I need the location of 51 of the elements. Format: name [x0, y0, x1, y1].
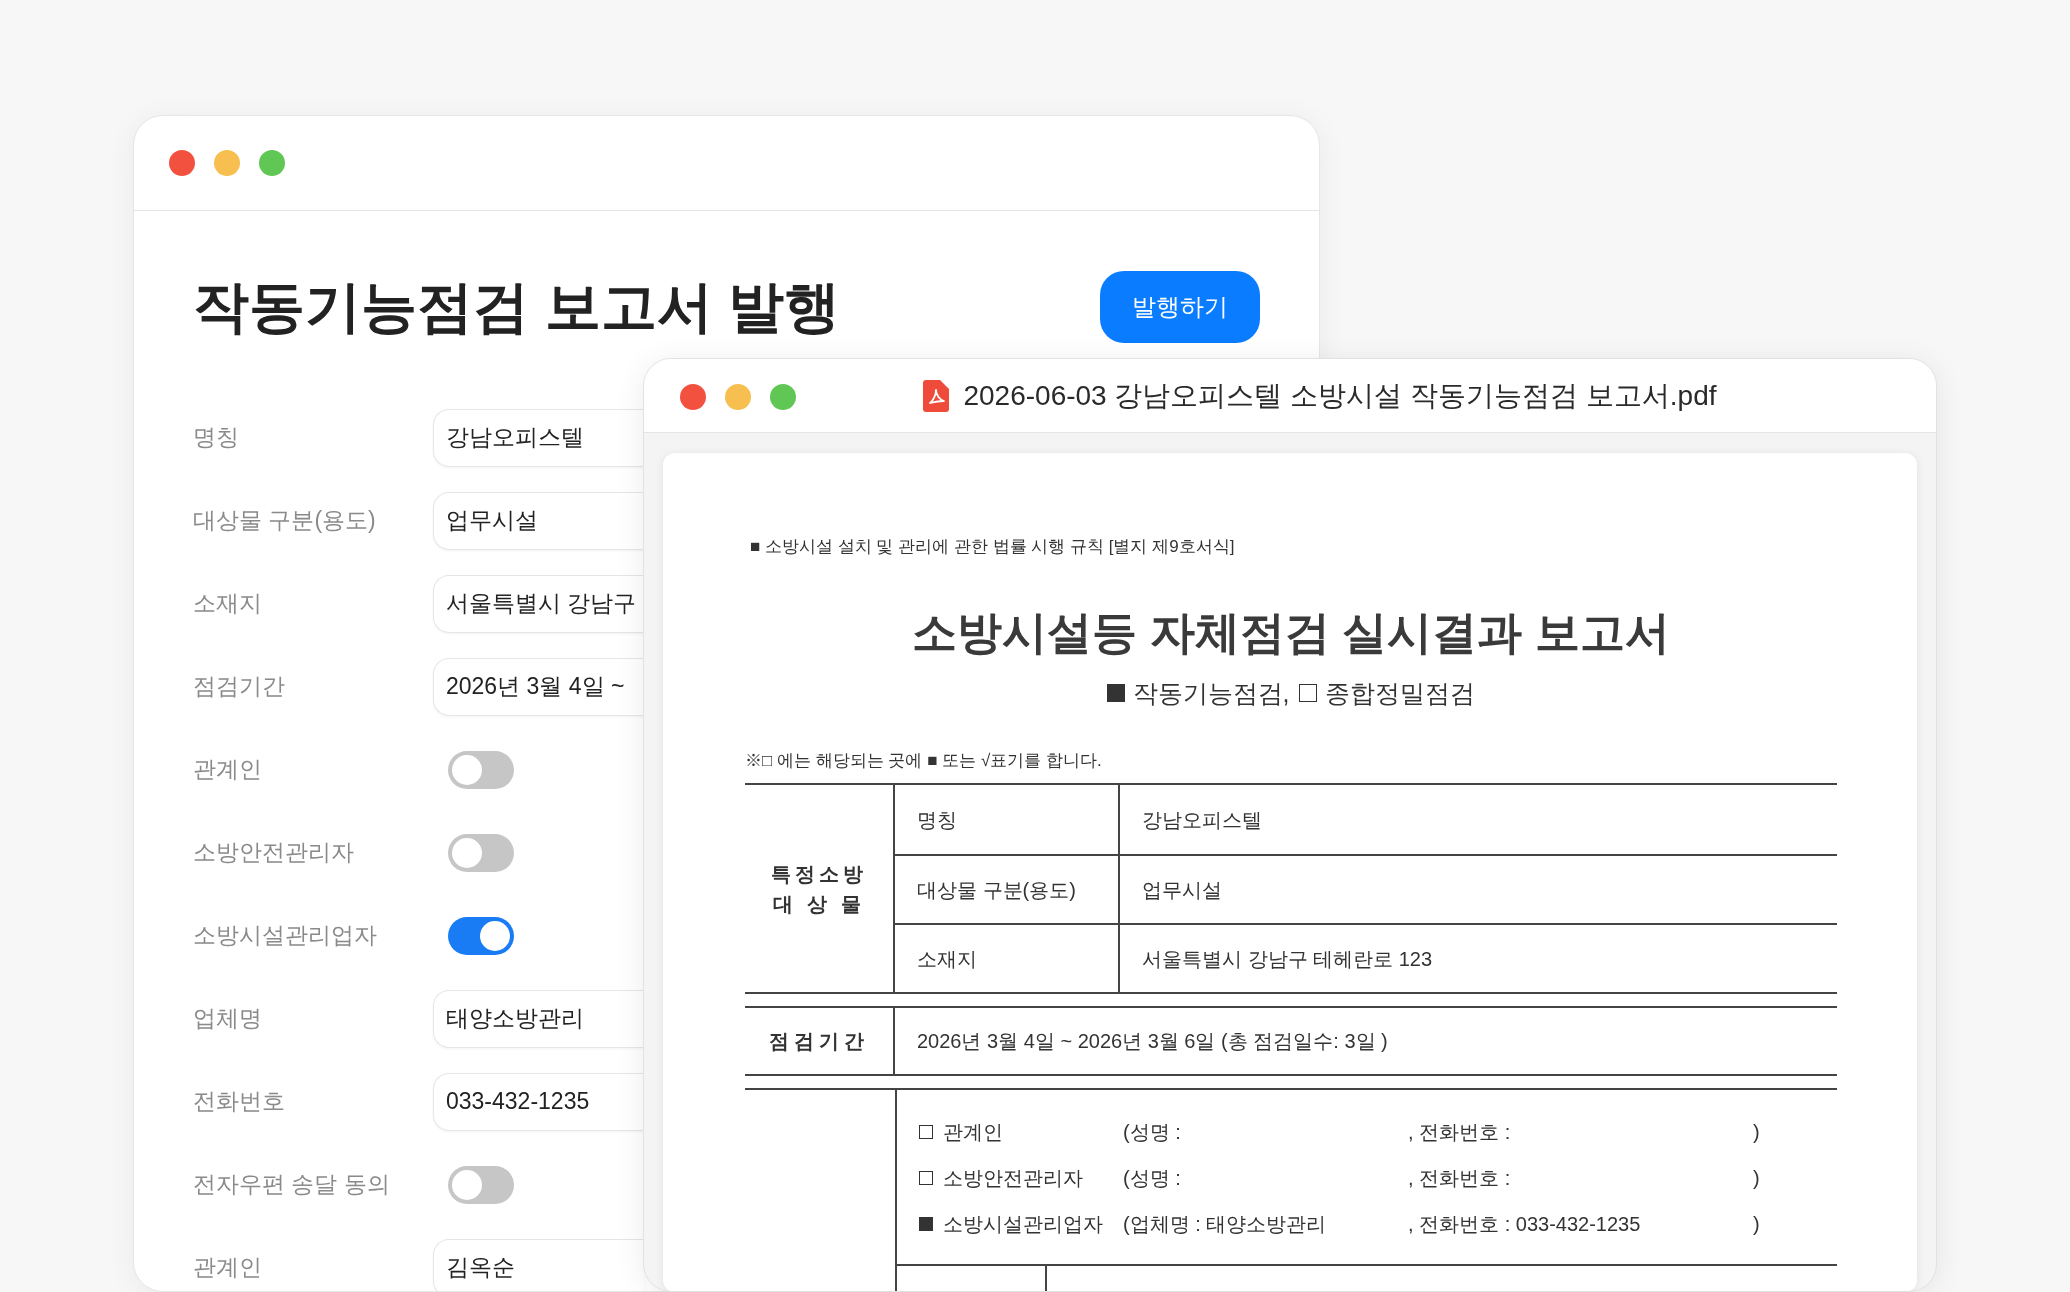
table-cell-text: 업무시설: [1142, 877, 1222, 903]
table-heading: 점검기간: [769, 1029, 869, 1054]
page-title: 작동기능점검 보고서 발행: [193, 279, 841, 335]
zoom-window-button[interactable]: [259, 150, 285, 176]
field-label: 소방시설관리업자: [193, 921, 378, 951]
field-label: 명칭: [193, 423, 240, 453]
close-window-button[interactable]: [680, 384, 706, 410]
field-label: 관계인: [193, 755, 263, 785]
field-label: 전자우편 송달 동의: [193, 1170, 391, 1200]
contact-name-field: (성명 :: [1123, 1117, 1408, 1147]
inspection-type-label: 종합정밀점검: [1325, 678, 1476, 709]
table-cell-text: 소재지: [917, 946, 977, 972]
contact-role: 관계인: [943, 1120, 1004, 1145]
toggle-switch[interactable]: [448, 833, 514, 872]
toggle-switch[interactable]: [448, 1165, 514, 1204]
field-label: 업체명: [193, 1004, 263, 1034]
closing-parenthesis: ): [1753, 1166, 1760, 1191]
publish-button[interactable]: 발행하기: [1100, 271, 1260, 343]
minimize-window-button[interactable]: [725, 384, 751, 410]
inspection-type-label: 작동기능점검,: [1132, 678, 1290, 709]
field-label: 전화번호: [193, 1087, 286, 1117]
field-label: 대상물 구분(용도): [193, 506, 377, 536]
closing-parenthesis: ): [1753, 1212, 1760, 1237]
contact-role: 소방안전관리자: [943, 1166, 1084, 1191]
window-title: 2026-06-03 강남오피스텔 소방시설 작동기능점검 보고서.pdf: [963, 378, 1717, 413]
field-label: 소재지: [193, 589, 263, 619]
contact-name-field: (업체명 : 태양소방관리: [1123, 1209, 1408, 1239]
toggle-switch[interactable]: [448, 750, 514, 789]
instruction-note: ※□ 에는 해당되는 곳에 ■ 또는 √표기를 합니다.: [745, 750, 1103, 772]
contact-phone-field: , 전화번호 : 033-432-1235: [1408, 1209, 1753, 1239]
table-cell-text: 서울특별시 강남구 테헤란로 123: [1142, 946, 1433, 972]
contact-role: 소방시설관리업자: [943, 1212, 1104, 1237]
document-title: 소방시설등 자체점검 실시결과 보고서: [911, 606, 1671, 660]
table-cell-text: 2026년 3월 4일 ~ 2026년 3월 6일 (총 점검일수: 3일 ): [917, 1029, 1388, 1054]
table-cell-text: 강남오피스텔: [1142, 807, 1262, 833]
contact-phone-field: , 전화번호 :: [1408, 1117, 1753, 1147]
pdf-file-icon: [923, 379, 950, 412]
field-label: 소방안전관리자: [193, 838, 355, 868]
close-window-button[interactable]: [169, 150, 195, 176]
field-label: 점검기간: [193, 672, 286, 702]
minimize-window-button[interactable]: [214, 150, 240, 176]
zoom-window-button[interactable]: [770, 384, 796, 410]
table-cell-text: 명칭: [917, 807, 957, 833]
form-reference-note: ■ 소방시설 설치 및 관리에 관한 법률 시행 규칙 [별지 제9호서식]: [749, 536, 1236, 558]
contact-phone-field: , 전화번호 :: [1408, 1163, 1753, 1193]
contact-name-field: (성명 :: [1123, 1163, 1408, 1193]
field-label: 관계인: [193, 1253, 263, 1283]
table-cell-text: 대상물 구분(용도): [917, 877, 1076, 903]
closing-parenthesis: ): [1753, 1120, 1760, 1145]
toggle-switch[interactable]: [448, 916, 514, 955]
table-heading: 특정소방 대 상 물: [771, 861, 867, 917]
